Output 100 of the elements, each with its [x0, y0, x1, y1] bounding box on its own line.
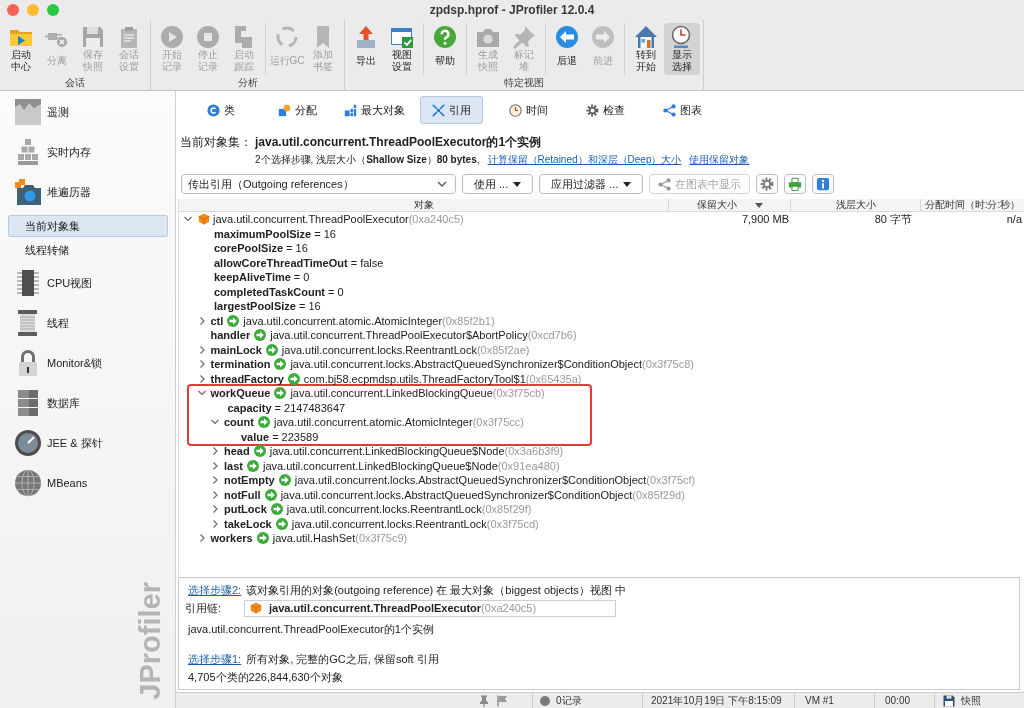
field-name: last	[224, 459, 243, 472]
column-header[interactable]: 分配时间（时:分:秒）	[921, 199, 1024, 211]
field-value: = 0	[293, 271, 310, 284]
sort-descending-icon	[754, 202, 763, 208]
view-tab[interactable]: 类	[189, 96, 252, 124]
object-address: (0x85f29f)	[481, 503, 532, 516]
pin-icon[interactable]	[478, 694, 490, 707]
sidebar-item[interactable]: 数据库	[0, 383, 175, 423]
sidebar-subitem[interactable]: 线程转储	[8, 239, 168, 261]
class-name: java.util.concurrent.LinkedBlockingQueue$Node	[262, 459, 498, 472]
view-tab[interactable]: 检查	[574, 96, 637, 124]
arrow-circle-icon	[274, 358, 287, 371]
column-header[interactable]: 保留大小	[669, 199, 791, 211]
arrow-circle-icon	[254, 329, 267, 342]
sidebar-item[interactable]: JEE & 探针	[0, 423, 175, 463]
chevron-right-icon[interactable]	[210, 475, 220, 486]
view-tab[interactable]: 时间	[497, 96, 560, 124]
field-name: notFull	[224, 488, 261, 501]
toolbar-button[interactable]: 显示 选择	[664, 23, 700, 75]
view-tab[interactable]: 分配	[266, 96, 329, 124]
printer-button[interactable]	[784, 174, 807, 194]
sidebar-item[interactable]: Monitor&锁	[0, 343, 175, 383]
retained-size-cell-text: 7,900 MB	[740, 213, 790, 226]
toolbar-button[interactable]: 后退	[549, 23, 585, 75]
field-name: threadFactory	[210, 372, 284, 385]
toolbar-button[interactable]: 启动 中心	[3, 23, 39, 75]
vm-name: VM #1	[805, 695, 834, 706]
object-address: (0x3f75c9)	[355, 532, 408, 545]
class-name: java.util.concurrent.ThreadPoolExecutor$AbortPolicy	[270, 329, 528, 342]
field-value: = 2147483647	[274, 401, 346, 414]
chevron-right-icon[interactable]	[210, 446, 220, 457]
field-name: handler	[210, 329, 251, 342]
sidebar-item[interactable]: 实时内存	[0, 132, 175, 172]
toolbar-button[interactable]: 转到 开始	[628, 23, 664, 75]
circle-stop-icon	[196, 25, 220, 49]
object-address: (0x3f75cd)	[486, 517, 539, 530]
field-name: ctl	[210, 314, 224, 327]
object-address: (0x85f2b1)	[442, 314, 495, 327]
class-name: java.util.concurrent.locks.AbstractQueuedSynchronizer$ConditionObject	[294, 474, 647, 487]
chevron-right-icon[interactable]	[210, 518, 220, 529]
column-header[interactable]: 浅层大小	[791, 199, 921, 211]
sidebar-item[interactable]: CPU视图	[0, 263, 175, 303]
sidebar-subitem[interactable]: 当前对象集	[8, 215, 168, 237]
info-button[interactable]	[812, 174, 835, 194]
printer-icon	[788, 177, 803, 191]
arrow-circle-icon	[270, 503, 283, 516]
close-button[interactable]	[7, 4, 19, 16]
field-name: keepAliveTime	[214, 271, 291, 284]
arrow-circle-icon	[287, 372, 300, 385]
class-name: java.util.concurrent.locks.AbstractQueuedSynchronizer$ConditionObject	[280, 488, 633, 501]
sidebar-brand-text: JProfiler	[136, 582, 165, 700]
forward-icon	[591, 25, 615, 49]
step-description: 所有对象, 完整的GC之后, 保留soft 引用	[246, 652, 439, 667]
toolbar-button[interactable]: 视图 设置	[384, 23, 420, 75]
object-address: (0x85f29d)	[632, 488, 685, 501]
dashed-circle-icon	[275, 25, 299, 49]
view-tab[interactable]: 最大对象	[343, 96, 406, 124]
arrow-circle-icon	[257, 416, 270, 429]
step-result: java.util.concurrent.ThreadPoolExecutor的1个实例	[188, 622, 435, 637]
chart-tile-icon	[14, 98, 42, 126]
use-menu-button[interactable]: 使用 ...	[462, 174, 534, 194]
toolbar-button[interactable]: 帮助	[427, 23, 463, 75]
toolbar-button[interactable]: 导出	[348, 23, 384, 75]
clock-icon	[509, 103, 522, 117]
object-set-title: java.util.concurrent.ThreadPoolExecutor的1个实例	[255, 133, 542, 151]
field-value: = 0	[328, 285, 344, 298]
view-dropdown[interactable]: 传出引用（Outgoing references）	[181, 174, 456, 194]
sidebar-item[interactable]: 线程	[0, 303, 175, 343]
object-address: (0x3a6b3f9)	[504, 445, 564, 458]
selection-step-link[interactable]: 选择步骤2:	[188, 583, 242, 598]
filter-menu-button[interactable]: 应用过滤器 ...	[539, 174, 644, 194]
gear-icon	[760, 177, 775, 191]
view-tab[interactable]: 图表	[651, 96, 714, 124]
chain-label: 引用链:	[185, 600, 223, 616]
arrow-circle-icon	[274, 387, 287, 400]
settings-button[interactable]	[756, 174, 779, 194]
back-icon	[555, 25, 579, 49]
sidebar-item[interactable]: 遥测	[0, 92, 175, 132]
sidebar-item[interactable]: 堆遍历器	[0, 172, 175, 212]
view-tab[interactable]: 引用	[420, 96, 483, 124]
sidebar-item[interactable]: MBeans	[0, 463, 175, 503]
toolbar-group-label: 特定视图	[503, 76, 545, 90]
use-retained-objects-link[interactable]: 使用保留对象	[689, 152, 750, 167]
arrow-circle-icon	[264, 488, 277, 501]
chevron-right-icon[interactable]	[210, 504, 220, 515]
chevron-right-icon[interactable]	[210, 489, 220, 500]
calculate-sizes-link[interactable]: 计算保留（Retained）和深层（Deep）大小	[487, 152, 682, 167]
field-name: putLock	[224, 503, 267, 516]
field-value: = 223589	[272, 430, 319, 443]
cross-icon	[432, 103, 445, 117]
step-result: 4,705个类的226,844,630个对象	[188, 670, 344, 685]
field-name: takeLock	[224, 517, 272, 530]
chevron-right-icon[interactable]	[210, 460, 220, 471]
object-address: (0xa240c5)	[408, 213, 464, 226]
column-header[interactable]: 对象	[179, 199, 669, 211]
gear-icon	[586, 103, 599, 117]
toolbar-group-label: 会话	[64, 76, 86, 90]
selection-step-link[interactable]: 选择步骤1:	[188, 652, 242, 667]
class-name: java.util.concurrent.locks.ReentrantLock	[291, 517, 487, 530]
c-circle-icon	[206, 103, 220, 117]
